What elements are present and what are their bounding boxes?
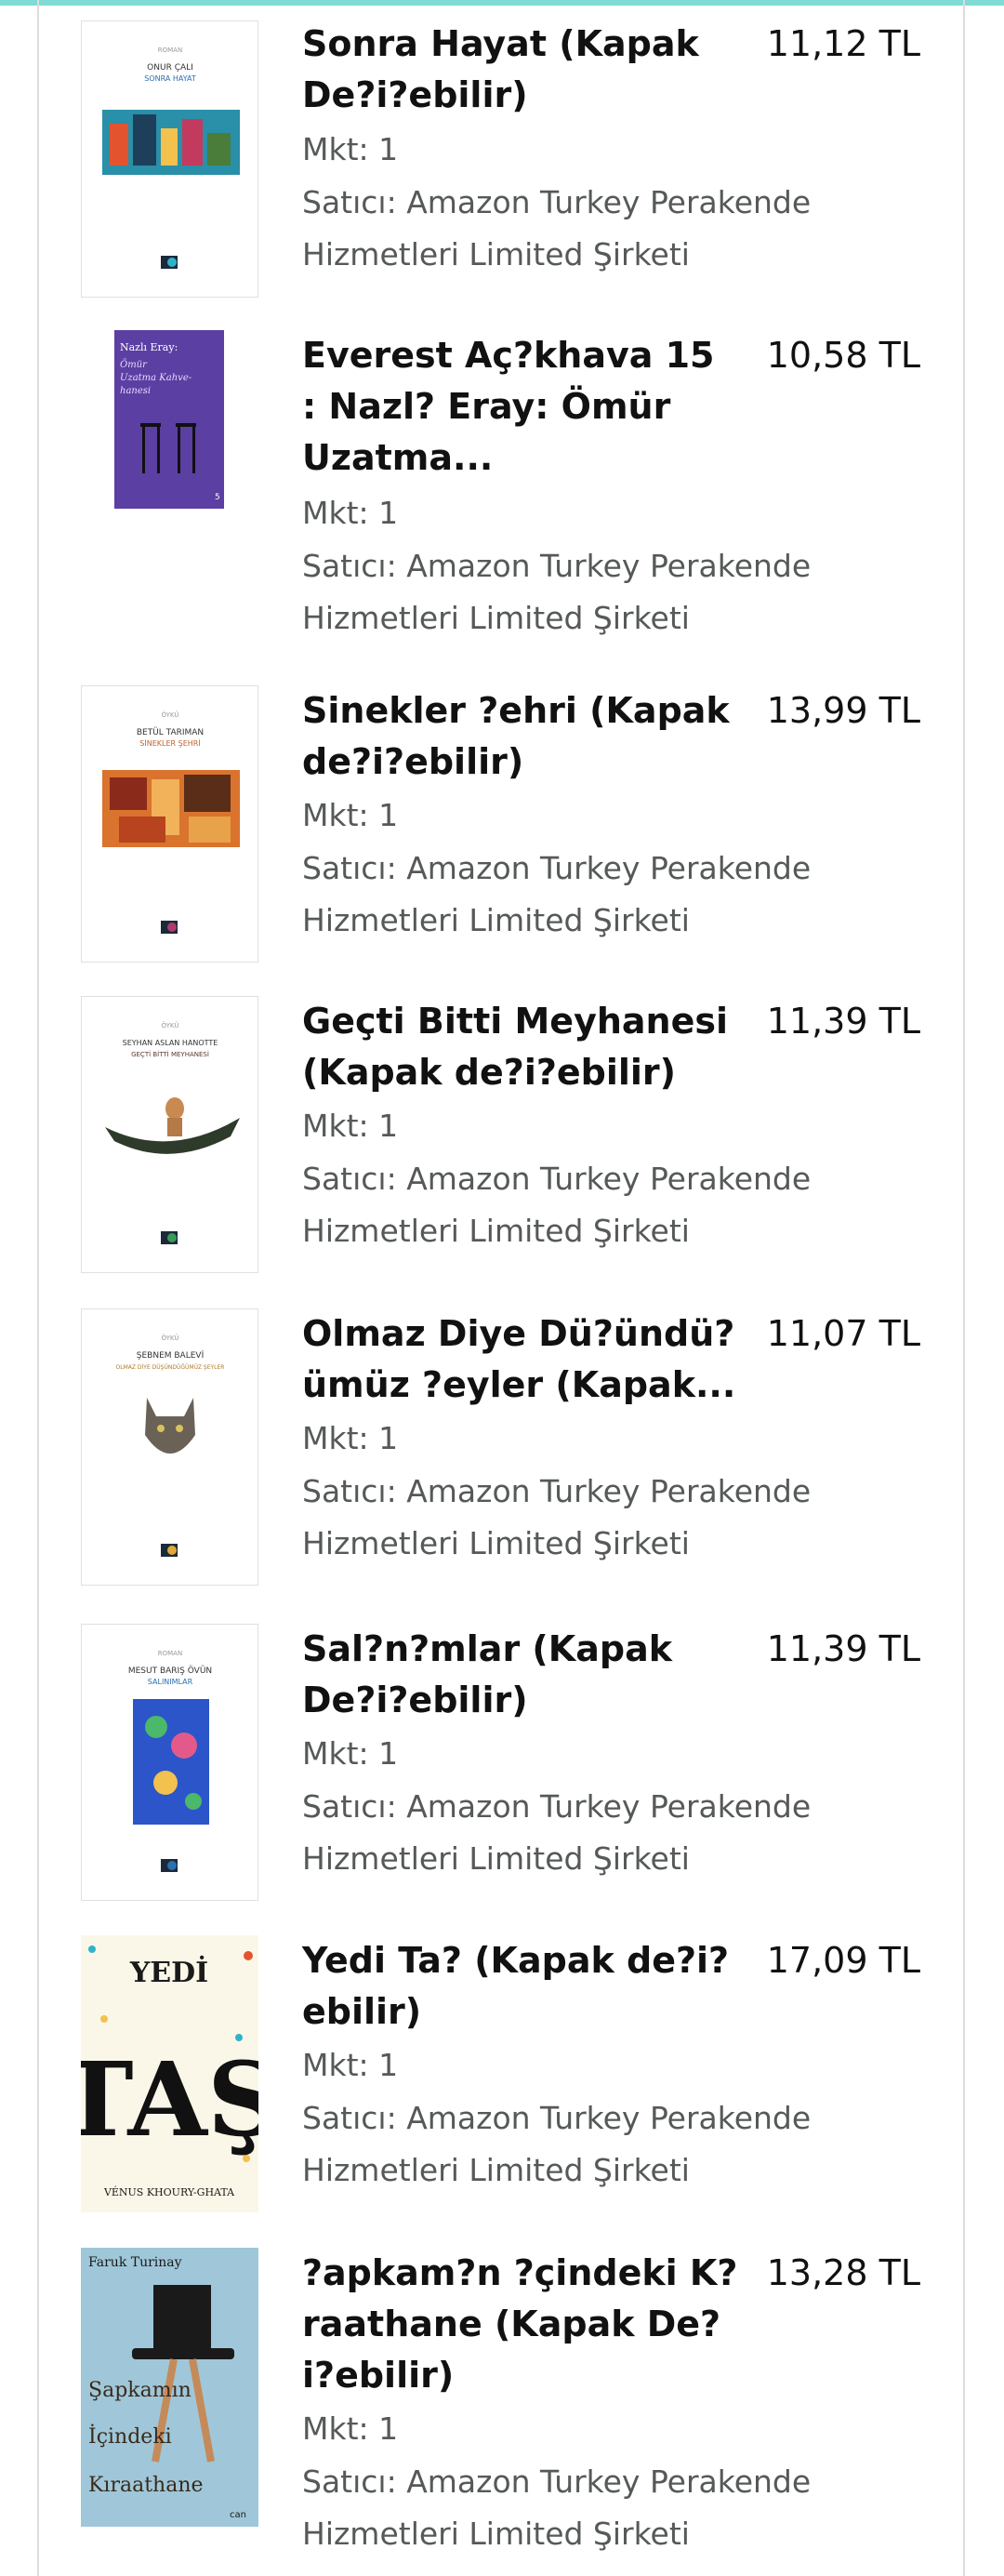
svg-text:ROMAN: ROMAN [158,46,182,54]
item-price: 13,28 TL [766,2252,920,2293]
book-cover-sapkamin[interactable]: Faruk Turinay Şapkamın İçindeki Kıraatha… [81,2248,258,2527]
item-quantity: Mkt: 1 [302,1420,399,1456]
svg-text:Kıraathane: Kıraathane [88,2474,204,2497]
item-price: 17,09 TL [766,1940,920,1981]
item-seller: Satıcı: Amazon Turkey Perakende Hizmetle… [302,1161,812,1249]
svg-text:SONRA HAYAT: SONRA HAYAT [144,74,196,83]
svg-text:Şapkamın: Şapkamın [88,2379,192,2402]
item-quantity: Mkt: 1 [302,2047,399,2083]
svg-text:ÖYKÜ: ÖYKÜ [162,1334,179,1342]
item-title[interactable]: Sal?n?mlar (Kapak De?i?ebilir) [302,1624,739,1726]
item-price: 13,99 TL [766,690,920,731]
item-seller: Satıcı: Amazon Turkey Perakende Hizmetle… [302,548,812,636]
svg-text:Nazlı Eray:: Nazlı Eray: [120,341,178,353]
item-title[interactable]: Everest Aç?khava 15 : Nazl? Eray: Ömür U… [302,330,739,484]
item-price: 11,12 TL [766,23,920,64]
svg-text:ÖYKÜ: ÖYKÜ [162,710,179,719]
item-title[interactable]: Sonra Hayat (Kapak De?i?ebilir) [302,19,739,121]
svg-text:ONUR ÇALI: ONUR ÇALI [147,63,193,73]
item-quantity: Mkt: 1 [302,1108,399,1144]
svg-text:SİNEKLER ŞEHRİ: SİNEKLER ŞEHRİ [139,738,200,748]
item-seller: Satıcı: Amazon Turkey Perakende Hizmetle… [302,184,812,272]
svg-text:Ömür: Ömür [120,359,148,370]
item-quantity: Mkt: 1 [302,131,399,167]
item-seller: Satıcı: Amazon Turkey Perakende Hizmetle… [302,2100,812,2188]
svg-text:SALINIMLAR: SALINIMLAR [148,1678,193,1686]
svg-text:Faruk Turinay: Faruk Turinay [88,2255,182,2270]
svg-text:YEDİ: YEDİ [129,1955,208,1989]
svg-text:BETÜL TARIMAN: BETÜL TARIMAN [137,727,204,737]
item-price: 10,58 TL [766,335,920,376]
item-quantity: Mkt: 1 [302,2410,399,2447]
book-cover-salinimlar[interactable]: ROMAN MESUT BARIŞ ÖVÜN SALINIMLAR [81,1624,258,1901]
item-title[interactable]: ?apkam?n ?çindeki K?raathane (Kapak De?i… [302,2248,739,2401]
svg-text:OLMAZ DİYE DÜŞÜNDÜĞÜMÜZ ŞEYLER: OLMAZ DİYE DÜŞÜNDÜĞÜMÜZ ŞEYLER [116,1364,225,1371]
item-title[interactable]: Sinekler ?ehri (Kapak de?i?ebilir) [302,685,739,788]
item-seller: Satıcı: Amazon Turkey Perakende Hizmetle… [302,1788,812,1877]
svg-text:can: can [230,2510,246,2520]
item-quantity: Mkt: 1 [302,797,399,833]
item-title[interactable]: Yedi Ta? (Kapak de?i?ebilir) [302,1935,739,2038]
item-quantity: Mkt: 1 [302,1735,399,1772]
item-seller: Satıcı: Amazon Turkey Perakende Hizmetle… [302,1473,812,1561]
svg-text:SEYHAN ASLAN HANOTTE: SEYHAN ASLAN HANOTTE [123,1039,218,1047]
book-cover-sinekler-sehri[interactable]: ÖYKÜ BETÜL TARIMAN SİNEKLER ŞEHRİ [81,685,258,963]
item-quantity: Mkt: 1 [302,495,399,531]
item-price: 11,07 TL [766,1313,920,1354]
svg-text:İçindeki: İçindeki [88,2423,172,2449]
book-cover-everest[interactable]: Nazlı Eray: Ömür Uzatma Kahve- hanesi 5 [114,330,224,509]
svg-text:5: 5 [215,493,220,502]
item-seller: Satıcı: Amazon Turkey Perakende Hizmetle… [302,2463,812,2552]
svg-text:MESUT BARIŞ ÖVÜN: MESUT BARIŞ ÖVÜN [128,1666,212,1676]
svg-text:ÖYKÜ: ÖYKÜ [162,1021,179,1029]
svg-text:ŞEBNEM BALEVİ: ŞEBNEM BALEVİ [137,1350,204,1361]
svg-text:VÉNUS KHOURY-GHATA: VÉNUS KHOURY-GHATA [103,2185,235,2198]
book-cover-sonra-hayat[interactable]: ROMAN ONUR ÇALI SONRA HAYAT [81,20,258,298]
svg-text:ROMAN: ROMAN [158,1650,182,1657]
item-price: 11,39 TL [766,1001,920,1042]
svg-text:Uzatma Kahve-: Uzatma Kahve- [120,373,192,383]
book-cover-olmaz-diye[interactable]: ÖYKÜ ŞEBNEM BALEVİ OLMAZ DİYE DÜŞÜNDÜĞÜM… [81,1308,258,1586]
svg-text:hanesi: hanesi [120,386,151,396]
svg-text:GEÇTİ BİTTİ MEYHANESİ: GEÇTİ BİTTİ MEYHANESİ [131,1050,209,1058]
svg-text:TAŞ: TAŞ [81,2039,258,2159]
item-title[interactable]: Olmaz Diye Dü?ündü?ümüz ?eyler (Kapak... [302,1308,739,1411]
book-cover-yedi-tas[interactable]: YEDİ TAŞ VÉNUS KHOURY-GHATA [81,1935,258,2212]
book-cover-gecti-bitti[interactable]: ÖYKÜ SEYHAN ASLAN HANOTTE GEÇTİ BİTTİ ME… [81,996,258,1273]
item-title[interactable]: Geçti Bitti Meyhanesi (Kapak de?i?ebilir… [302,996,739,1098]
item-price: 11,39 TL [766,1628,920,1669]
item-seller: Satıcı: Amazon Turkey Perakende Hizmetle… [302,850,812,938]
